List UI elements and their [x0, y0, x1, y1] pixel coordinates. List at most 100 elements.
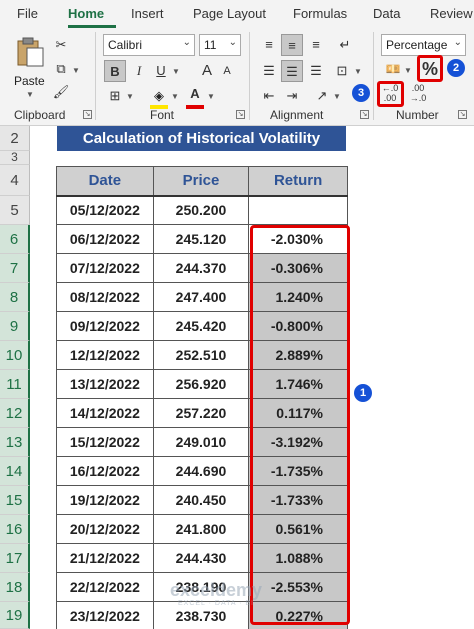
chevron-down-icon[interactable]: ▼	[333, 92, 341, 101]
column-header-return[interactable]: Return	[248, 166, 348, 197]
font-color-button[interactable]: A	[184, 83, 206, 105]
date-cell[interactable]: 14/12/2022	[56, 398, 154, 428]
tab-data[interactable]: Data	[373, 6, 400, 21]
borders-icon[interactable]: ⊞	[104, 85, 126, 107]
row-header[interactable]: 12	[0, 399, 30, 428]
underline-button[interactable]: U	[150, 60, 172, 82]
align-center-icon[interactable]: ☰	[281, 60, 303, 82]
dialog-launcher-icon[interactable]: ↘	[83, 110, 92, 119]
grow-font-button[interactable]: A	[196, 60, 218, 82]
tab-review[interactable]: Review	[430, 6, 473, 21]
clipboard-group-label: Clipboard	[14, 108, 66, 122]
date-cell[interactable]: 09/12/2022	[56, 311, 154, 341]
copy-icon[interactable]: ⧉	[50, 58, 72, 80]
decrease-indent-icon[interactable]: ⇤	[258, 85, 280, 107]
row-header[interactable]: 18	[0, 573, 30, 602]
merge-center-icon[interactable]: ⊡	[331, 60, 353, 82]
italic-button[interactable]: I	[128, 60, 150, 82]
row-header[interactable]: 4	[0, 165, 30, 196]
accounting-format-icon[interactable]: 💴	[382, 58, 404, 80]
paste-button[interactable]: Paste ▼	[12, 36, 48, 99]
chevron-down-icon[interactable]: ▼	[72, 66, 80, 75]
row-header[interactable]: 19	[0, 602, 30, 629]
orientation-icon[interactable]: ↗	[311, 85, 333, 107]
row-header[interactable]: 5	[0, 196, 30, 225]
bold-button[interactable]: B	[104, 60, 126, 82]
chevron-down-icon[interactable]: ▼	[126, 92, 134, 101]
price-cell[interactable]: 245.120	[152, 224, 250, 254]
price-cell[interactable]: 250.200	[152, 195, 250, 225]
date-cell[interactable]: 21/12/2022	[56, 543, 154, 573]
tab-file[interactable]: File	[17, 6, 38, 21]
price-cell[interactable]: 252.510	[152, 340, 250, 370]
date-cell[interactable]: 22/12/2022	[56, 572, 154, 602]
row-header[interactable]: 8	[0, 283, 30, 312]
date-cell[interactable]: 19/12/2022	[56, 485, 154, 515]
row-header[interactable]: 11	[0, 370, 30, 399]
date-cell[interactable]: 16/12/2022	[56, 456, 154, 486]
row-header[interactable]: 17	[0, 544, 30, 573]
font-size-select[interactable]: 11 ⌄	[199, 34, 241, 56]
date-cell[interactable]: 07/12/2022	[56, 253, 154, 283]
date-cell[interactable]: 05/12/2022	[56, 195, 154, 225]
shrink-font-button[interactable]: A	[216, 60, 238, 82]
row-header[interactable]: 10	[0, 341, 30, 370]
group-divider	[249, 32, 250, 120]
align-top-icon[interactable]: ≡	[258, 34, 280, 56]
row-header[interactable]: 6	[0, 225, 30, 254]
column-header-date[interactable]: Date	[56, 166, 154, 197]
dialog-launcher-icon[interactable]: ↘	[236, 110, 245, 119]
row-header[interactable]: 15	[0, 486, 30, 515]
dialog-launcher-icon[interactable]: ↘	[360, 110, 369, 119]
date-cell[interactable]: 20/12/2022	[56, 514, 154, 544]
price-cell[interactable]: 244.430	[152, 543, 250, 573]
row-header[interactable]: 14	[0, 457, 30, 486]
date-cell[interactable]: 08/12/2022	[56, 282, 154, 312]
date-cell[interactable]: 06/12/2022	[56, 224, 154, 254]
cut-icon[interactable]: ✂	[50, 34, 72, 56]
align-right-icon[interactable]: ☰	[305, 60, 327, 82]
price-cell[interactable]: 245.420	[152, 311, 250, 341]
row-header[interactable]: 9	[0, 312, 30, 341]
tab-home[interactable]: Home	[68, 6, 104, 21]
column-header-price[interactable]: Price	[152, 166, 250, 197]
chevron-down-icon[interactable]: ▼	[171, 92, 179, 101]
worksheet-grid[interactable]: 2 3 4 5 6 7 8 9 10 11 12 13 14 15 16 17 …	[0, 126, 474, 629]
chevron-down-icon[interactable]: ▼	[207, 92, 215, 101]
align-left-icon[interactable]: ☰	[258, 60, 280, 82]
chevron-down-icon[interactable]: ▼	[354, 67, 362, 76]
wrap-text-icon[interactable]: ↵	[334, 34, 356, 56]
price-cell[interactable]: 244.690	[152, 456, 250, 486]
date-cell[interactable]: 15/12/2022	[56, 427, 154, 457]
dialog-launcher-icon[interactable]: ↘	[458, 110, 467, 119]
price-cell[interactable]: 240.450	[152, 485, 250, 515]
return-cell[interactable]	[248, 195, 348, 225]
row-header[interactable]: 3	[0, 151, 30, 165]
date-cell[interactable]: 23/12/2022	[56, 601, 154, 629]
tab-page-layout[interactable]: Page Layout	[193, 6, 266, 21]
date-cell[interactable]: 13/12/2022	[56, 369, 154, 399]
row-header[interactable]: 16	[0, 515, 30, 544]
number-format-select[interactable]: Percentage ⌄	[381, 34, 466, 56]
format-painter-icon[interactable]: 🖌	[50, 81, 72, 103]
price-cell[interactable]: 247.400	[152, 282, 250, 312]
price-cell[interactable]: 241.800	[152, 514, 250, 544]
row-header[interactable]: 7	[0, 254, 30, 283]
tab-insert[interactable]: Insert	[131, 6, 164, 21]
price-cell[interactable]: 256.920	[152, 369, 250, 399]
tab-formulas[interactable]: Formulas	[293, 6, 347, 21]
price-cell[interactable]: 249.010	[152, 427, 250, 457]
font-name-select[interactable]: Calibri ⌄	[103, 34, 195, 56]
row-header[interactable]: 13	[0, 428, 30, 457]
align-middle-icon[interactable]: ≡	[281, 34, 303, 56]
increase-indent-icon[interactable]: ⇥	[281, 85, 303, 107]
price-cell[interactable]: 257.220	[152, 398, 250, 428]
fill-color-icon[interactable]: ◈	[148, 85, 170, 107]
chevron-down-icon[interactable]: ▼	[172, 67, 180, 76]
chevron-down-icon[interactable]: ▼	[404, 66, 412, 75]
align-bottom-icon[interactable]: ≡	[305, 34, 327, 56]
decrease-decimal-button[interactable]: .00 →.0	[407, 83, 429, 105]
row-header[interactable]: 2	[0, 126, 30, 151]
price-cell[interactable]: 244.370	[152, 253, 250, 283]
date-cell[interactable]: 12/12/2022	[56, 340, 154, 370]
